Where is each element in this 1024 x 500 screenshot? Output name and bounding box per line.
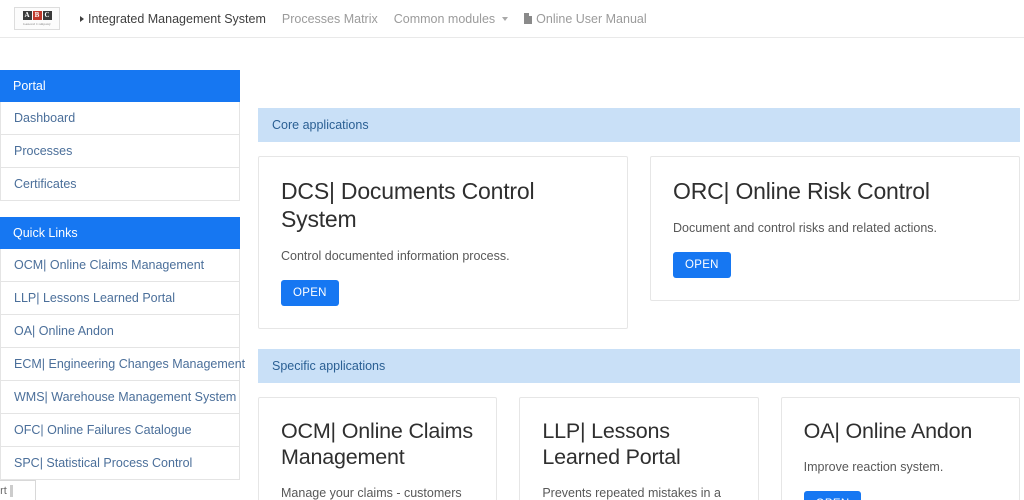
app-card-description: Prevents repeated mistakes in a systemic… bbox=[542, 486, 721, 500]
section-band-specific-applications: Specific applications bbox=[258, 348, 1020, 383]
specific-applications-column-1: OCM| Online Claims Management Manage you… bbox=[258, 396, 498, 500]
nav-item-common-modules[interactable]: Common modules bbox=[393, 11, 509, 26]
company-logo[interactable]: A B C General Company bbox=[14, 7, 60, 30]
page-body: Portal Dashboard Processes Certificates … bbox=[0, 38, 1024, 500]
open-button-oa[interactable]: OPEN bbox=[803, 490, 862, 500]
sidebar-item-ofc[interactable]: OFC| Online Failures Catalogue bbox=[0, 414, 240, 447]
nav-item-online-user-manual[interactable]: Online User Manual bbox=[524, 11, 647, 26]
open-button-orc[interactable]: OPEN bbox=[673, 251, 731, 278]
app-card-ocm[interactable]: OCM| Online Claims Management Manage you… bbox=[258, 396, 498, 500]
footer-support-label: ort bbox=[0, 485, 7, 497]
nav-item-list: Integrated Management System Processes M… bbox=[80, 12, 647, 26]
app-card-title: ORC| Online Risk Control bbox=[673, 178, 930, 204]
section-band-core-applications: Core applications bbox=[258, 108, 1020, 142]
specific-applications-row: OCM| Online Claims Management Manage you… bbox=[258, 396, 1020, 500]
app-card-description: Manage your claims - customers and suppl… bbox=[281, 486, 462, 500]
sidebar-item-processes[interactable]: Processes bbox=[0, 135, 240, 168]
sidebar-item-dashboard[interactable]: Dashboard bbox=[0, 102, 240, 135]
app-card-description: Control documented information process. bbox=[281, 249, 510, 264]
sidebar-item-llp[interactable]: LLP| Lessons Learned Portal bbox=[0, 282, 240, 315]
nav-item-label: Online User Manual bbox=[536, 11, 647, 26]
app-card-oa[interactable]: OA| Online Andon Improve reaction system… bbox=[780, 396, 1020, 500]
logo-letters: A B C bbox=[22, 11, 52, 21]
sidebar-item-ocm[interactable]: OCM| Online Claims Management bbox=[0, 249, 240, 282]
open-button-dcs[interactable]: OPEN bbox=[281, 279, 339, 306]
app-card-title: OCM| Online Claims Management bbox=[281, 418, 473, 470]
sidebar-item-spc[interactable]: SPC| Statistical Process Control bbox=[0, 447, 240, 480]
logo-letter-a: A bbox=[22, 11, 32, 21]
app-card-title: OA| Online Andon bbox=[803, 418, 973, 443]
app-card-description: Document and control risks and related a… bbox=[673, 221, 938, 236]
app-card-orc[interactable]: ORC| Online Risk Control Document and co… bbox=[650, 156, 1020, 301]
nav-item-integrated-management-system[interactable]: Integrated Management System bbox=[80, 12, 266, 26]
nav-item-label: Integrated Management System bbox=[88, 11, 266, 26]
nav-item-label: Processes Matrix bbox=[281, 11, 378, 26]
logo-letter-c: C bbox=[42, 11, 52, 21]
nav-item-label: Common modules bbox=[393, 11, 496, 26]
sidebar: Portal Dashboard Processes Certificates … bbox=[0, 38, 245, 500]
sidebar-item-wms[interactable]: WMS| Warehouse Management System bbox=[0, 381, 240, 414]
top-navigation-bar: A B C General Company Integrated Managem… bbox=[0, 0, 1024, 38]
sidebar-item-certificates[interactable]: Certificates bbox=[0, 168, 240, 201]
logo-subtext: General Company bbox=[23, 21, 51, 26]
specific-applications-column-2: LLP| Lessons Learned Portal Prevents rep… bbox=[519, 396, 759, 500]
footer-support-stub[interactable]: ort bbox=[0, 480, 36, 500]
app-card-title: LLP| Lessons Learned Portal bbox=[542, 418, 681, 470]
logo-letter-b: B bbox=[32, 11, 42, 21]
footer-divider-icon bbox=[9, 485, 13, 497]
sidebar-block-portal: Portal Dashboard Processes Certificates bbox=[0, 70, 240, 201]
sidebar-header-portal: Portal bbox=[0, 70, 240, 102]
app-card-title: DCS| Documents Control System bbox=[281, 178, 535, 233]
chevron-down-icon bbox=[502, 16, 509, 21]
app-card-dcs[interactable]: DCS| Documents Control System Control do… bbox=[258, 156, 628, 329]
main-content: Core applications DCS| Documents Control… bbox=[240, 38, 1024, 500]
sidebar-item-oa[interactable]: OA| Online Andon bbox=[0, 315, 240, 348]
document-icon bbox=[524, 13, 533, 24]
sidebar-header-quick-links: Quick Links bbox=[0, 217, 240, 249]
nav-item-processes-matrix[interactable]: Processes Matrix bbox=[282, 12, 378, 26]
core-applications-row: DCS| Documents Control System Control do… bbox=[258, 156, 1020, 329]
app-card-llp[interactable]: LLP| Lessons Learned Portal Prevents rep… bbox=[519, 396, 759, 500]
app-card-description: Improve reaction system. bbox=[803, 460, 944, 475]
triangle-right-icon bbox=[80, 15, 84, 22]
sidebar-block-quick-links: Quick Links OCM| Online Claims Managemen… bbox=[0, 217, 245, 480]
specific-applications-column-3: OA| Online Andon Improve reaction system… bbox=[780, 396, 1020, 500]
sidebar-item-ecm[interactable]: ECM| Engineering Changes Management bbox=[0, 348, 245, 381]
